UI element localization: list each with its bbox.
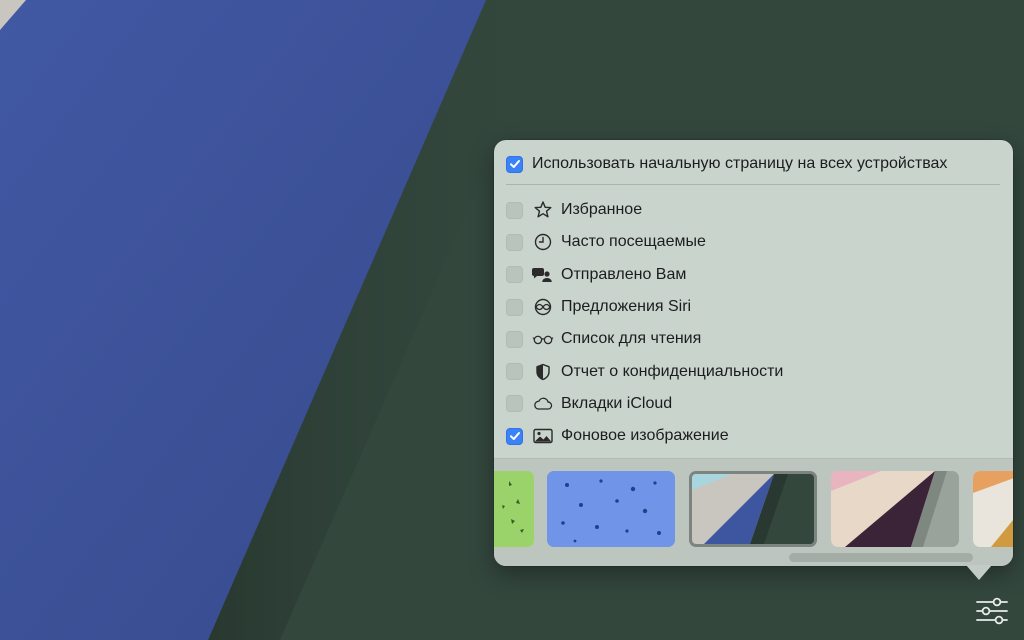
sliders-icon [976,597,1008,625]
wallpaper-scrollbar[interactable] [789,553,973,562]
start-page-customize-popover: Использовать начальную страницу на всех … [494,140,1013,566]
sync-start-page-row[interactable]: Использовать начальную страницу на всех … [506,153,947,175]
favorites-label: Избранное [561,201,643,219]
section-divider [506,184,1000,185]
frequently-visited-label: Часто посещаемые [561,233,706,251]
frequently-visited-checkbox[interactable] [506,233,523,251]
wallpaper-thumbnail-pink-purple-fold[interactable] [831,471,959,547]
siri-suggestions-label: Предложения Siri [561,298,692,316]
wallpaper-thumbnail-blue-green-fold[interactable] [689,471,817,547]
glasses-icon [532,329,554,349]
popover-arrow [966,565,992,580]
sync-start-page-label: Использовать начальную страницу на всех … [532,155,948,172]
shield-icon [532,362,554,382]
shared-with-you-icon [532,265,554,285]
shared-with-you-label: Отправлено Вам [561,265,687,283]
wallpaper-thumbnail-blue-pattern[interactable] [547,471,675,547]
favorites-checkbox[interactable] [506,201,523,219]
cloud-icon [532,394,554,414]
star-icon [532,200,554,220]
background-image-label: Фоновое изображение [561,427,729,445]
icloud-tabs-checkbox[interactable] [506,395,523,413]
section-item-icloud-tabs[interactable]: Вкладки iCloud [506,388,783,420]
section-list: Избранное Часто посещаемые Отправлено Ва… [506,194,783,452]
background-image-checkbox[interactable] [506,427,523,445]
privacy-report-checkbox[interactable] [506,363,523,381]
wallpaper-thumbnail-orange-fold[interactable] [973,471,1013,547]
checkmark-icon [509,432,520,441]
section-item-privacy-report[interactable]: Отчет о конфиденциальности [506,355,783,387]
sync-start-page-checkbox[interactable] [506,155,523,173]
privacy-report-label: Отчет о конфиденциальности [561,362,784,380]
icloud-tabs-label: Вкладки iCloud [561,394,673,412]
clock-icon [532,232,554,252]
siri-icon [532,297,554,317]
section-item-background-image[interactable]: Фоновое изображение [506,420,783,452]
checkmark-icon [509,160,520,168]
wallpaper-thumbnail-green-pattern[interactable] [494,471,534,547]
section-item-frequently-visited[interactable]: Часто посещаемые [506,226,783,258]
section-item-siri-suggestions[interactable]: Предложения Siri [506,291,783,323]
reading-list-label: Список для чтения [561,330,702,348]
wallpaper-picker [494,458,1013,566]
customize-start-page-button[interactable] [972,593,1012,629]
shared-with-you-checkbox[interactable] [506,266,523,284]
section-item-shared-with-you[interactable]: Отправлено Вам [506,259,783,291]
reading-list-checkbox[interactable] [506,330,523,348]
section-item-reading-list[interactable]: Список для чтения [506,323,783,355]
section-item-favorites[interactable]: Избранное [506,194,783,226]
photo-icon [532,426,554,446]
siri-suggestions-checkbox[interactable] [506,298,523,316]
start-page: Использовать начальную страницу на всех … [0,0,1024,640]
